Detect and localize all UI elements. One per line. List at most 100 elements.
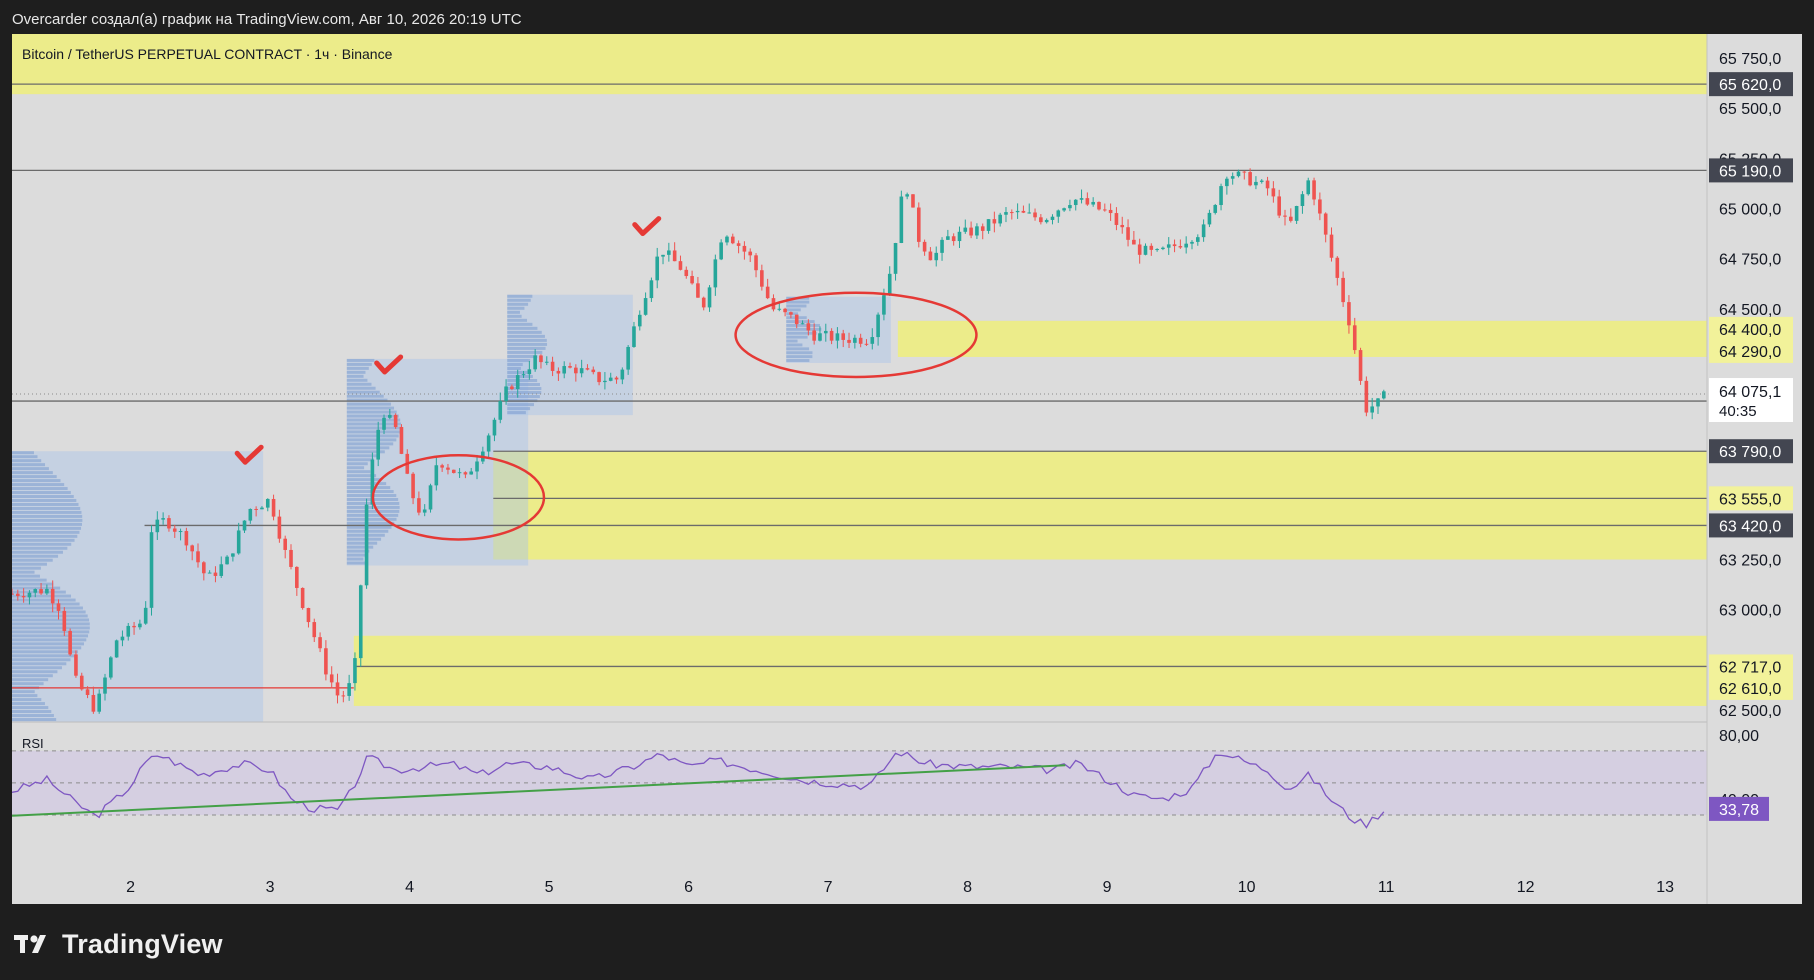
candle-body [1056,210,1061,217]
volume-profile-bar [507,334,545,338]
candle-body [260,507,264,510]
candle-body [364,504,369,586]
rsi-label[interactable]: RSI [22,736,44,751]
volume-profile-bar [507,395,540,399]
candle-body [794,314,799,325]
volume-profile-bar [12,506,81,510]
candle-body [1335,257,1340,278]
candle-body [318,637,322,649]
candle-body [132,625,136,628]
candle-body [975,226,979,236]
candle-body [1242,171,1247,173]
volume-profile-bar [346,478,382,482]
volume-profile-bar [12,638,87,642]
volume-profile-bar [346,366,369,370]
candle-body [103,677,107,694]
candle-body [21,596,26,598]
volume-profile-bar [346,521,395,525]
candle-body [672,250,677,262]
candle-body [155,519,160,533]
candle-body [562,366,567,374]
candle-body [236,530,241,554]
candle-body [916,207,921,242]
candle-body [1259,180,1264,182]
volume-profile-bar [346,390,380,394]
candle-body [388,414,392,418]
candle-body [1236,171,1241,177]
volume-profile-bar [507,338,547,342]
candle-body [870,337,875,344]
volume-profile-bar [346,561,367,565]
candle-body [324,648,328,675]
candle-body [347,683,351,696]
candle-body [527,369,532,375]
candle-body [329,674,334,683]
volume-profile-bar [346,418,401,422]
candle-body [829,330,834,341]
candle-body [283,538,288,550]
volume-profile-bar [786,351,813,355]
volume-profile-bar [12,578,47,582]
symbol-title[interactable]: Bitcoin / TetherUS PERPETUAL CONTRACT · … [22,46,392,62]
candle-body [1265,180,1270,189]
volume-profile-bar [12,626,90,630]
candle-body [847,339,851,343]
volume-profile-bar [346,362,372,366]
candle-body [161,518,165,520]
price-level-tag: 65 190,0 [1719,163,1781,180]
volume-profile-bar [346,434,399,438]
price-level-tag: 63 420,0 [1719,518,1781,535]
volume-profile-bar [507,350,543,354]
current-price-tag: 64 075,1 [1719,384,1781,401]
candle-body [905,194,909,197]
candle-body [748,251,753,256]
volume-profile-bar [12,566,41,570]
candle-body [1068,205,1072,209]
candle-body [300,587,305,609]
chart-svg[interactable]: 65 750,065 500,065 250,065 000,064 750,0… [12,34,1802,904]
volume-profile-bar [507,407,531,411]
candle-body [1225,178,1229,187]
candle-body [440,465,444,468]
volume-profile-bar [346,442,394,446]
price-tick: 65 000,0 [1719,202,1781,219]
tradingview-footer[interactable]: TradingView [14,924,223,964]
time-tick: 11 [1378,879,1395,896]
candle-body [521,374,526,376]
candle-body [760,270,764,287]
candle-body [219,564,224,576]
volume-profile-bar [12,538,75,542]
candle-body [190,545,194,552]
candle-body [1004,212,1008,215]
volume-profile-bar [346,382,372,386]
candle-body [544,361,549,363]
volume-profile-bar [12,598,76,602]
candle-body [295,566,299,588]
volume-profile-bar [346,525,392,529]
volume-profile-bar [12,654,75,658]
volume-profile-bar [507,330,542,334]
candle-body [690,276,694,284]
candle-body [1079,198,1084,200]
rsi-value-tag: 33,78 [1719,802,1759,819]
volume-profile-bar [12,674,53,678]
volume-profile-bar [12,634,89,638]
volume-profile-bar [12,610,86,614]
volume-profile-bar [12,479,61,483]
candle-body [823,330,828,334]
price-level-tag: 63 555,0 [1719,491,1781,508]
chart-container[interactable]: 65 750,065 500,065 250,065 000,064 750,0… [12,34,1802,904]
volume-profile-bar [507,306,525,310]
candle-body [998,214,1002,224]
candle-body [608,377,613,381]
candle-body [254,508,258,510]
volume-profile-bar [12,698,42,702]
volume-profile-bar [346,466,365,470]
candle-body [1230,176,1235,179]
volume-profile-bar [12,542,72,546]
volume-profile-bar [12,682,44,686]
volume-profile-bar [786,347,810,351]
candle-body [1219,186,1223,206]
candle-body [114,640,119,658]
candle-body [585,368,590,370]
